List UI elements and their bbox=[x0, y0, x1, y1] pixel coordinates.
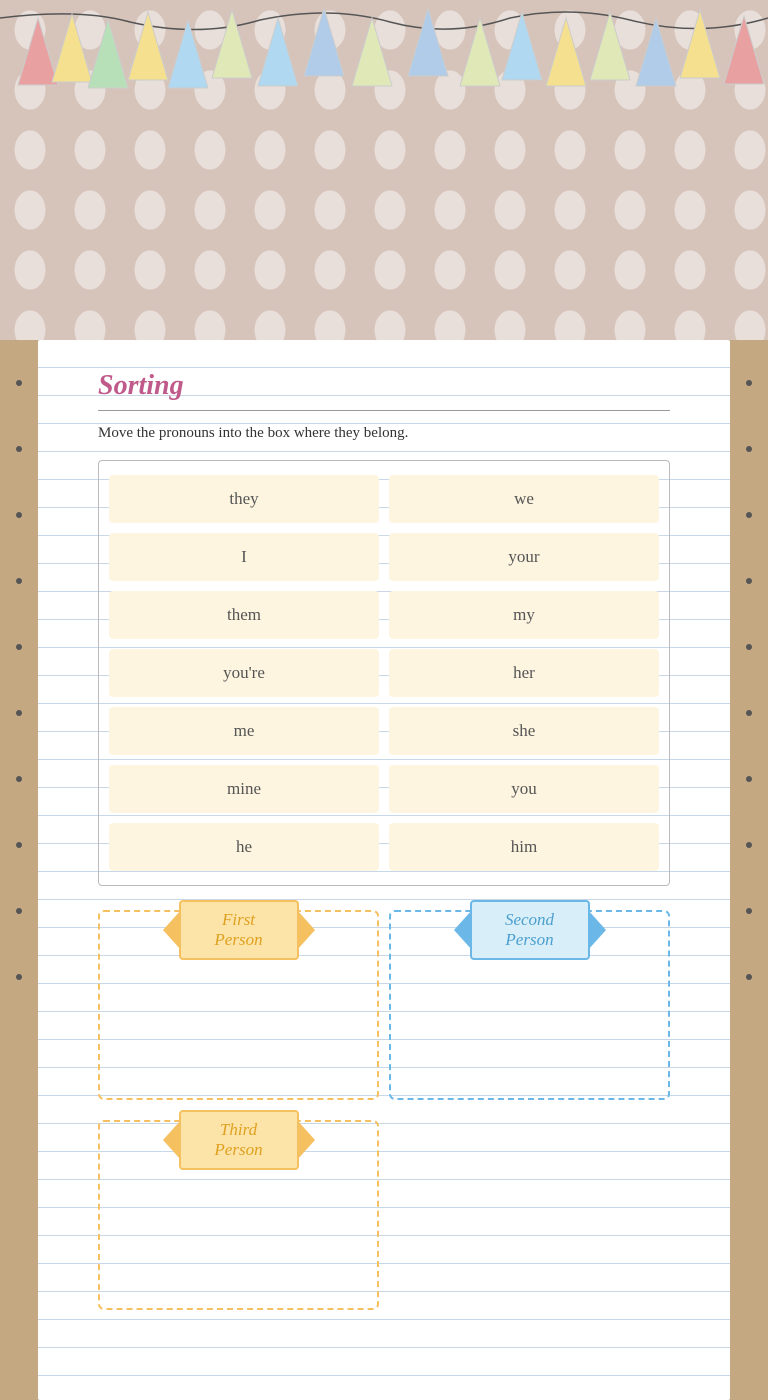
third-person-ribbon: Third Person bbox=[163, 1110, 315, 1170]
first-person-ribbon: First Person bbox=[163, 900, 315, 960]
ribbon-tail-right-blue-icon bbox=[588, 910, 606, 950]
word-chip-your[interactable]: your bbox=[389, 533, 659, 581]
first-person-wrapper: First Person bbox=[98, 910, 379, 1110]
word-chip-me[interactable]: me bbox=[109, 707, 379, 755]
word-chip-they[interactable]: they bbox=[109, 475, 379, 523]
side-dot bbox=[16, 446, 22, 452]
side-dot bbox=[746, 842, 752, 848]
side-dot bbox=[16, 842, 22, 848]
bunting-decoration bbox=[0, 0, 768, 130]
side-dot bbox=[16, 578, 22, 584]
word-chip-them[interactable]: them bbox=[109, 591, 379, 639]
instructions-text: Move the pronouns into the box where the… bbox=[98, 425, 670, 442]
banner-area bbox=[0, 0, 768, 340]
side-dot bbox=[746, 578, 752, 584]
side-dot bbox=[16, 974, 22, 980]
second-person-label: Second Person bbox=[470, 900, 590, 960]
side-dot bbox=[16, 380, 22, 386]
second-person-wrapper: Second Person bbox=[389, 910, 670, 1110]
word-bank: they we I your them my you're her me she… bbox=[98, 460, 670, 886]
word-chip-she[interactable]: she bbox=[389, 707, 659, 755]
side-dot bbox=[746, 644, 752, 650]
side-dot bbox=[16, 644, 22, 650]
side-dot bbox=[746, 776, 752, 782]
side-dot bbox=[16, 908, 22, 914]
side-dot bbox=[746, 380, 752, 386]
second-person-ribbon: Second Person bbox=[454, 900, 606, 960]
word-chip-mine[interactable]: mine bbox=[109, 765, 379, 813]
content-card: Sorting Move the pronouns into the box w… bbox=[38, 340, 730, 1400]
word-chip-him[interactable]: him bbox=[389, 823, 659, 871]
word-chip-my[interactable]: my bbox=[389, 591, 659, 639]
side-dot bbox=[746, 908, 752, 914]
third-person-label: Third Person bbox=[179, 1110, 299, 1170]
side-dot bbox=[16, 710, 22, 716]
section-title: Sorting bbox=[98, 370, 670, 402]
section-divider bbox=[98, 410, 670, 411]
ribbon-tail-right2-icon bbox=[297, 1120, 315, 1160]
sorting-area: First Person Second Person Third Person bbox=[98, 910, 670, 1320]
side-dot bbox=[16, 776, 22, 782]
word-chip-her[interactable]: her bbox=[389, 649, 659, 697]
word-chip-youre[interactable]: you're bbox=[109, 649, 379, 697]
ribbon-tail-right-icon bbox=[297, 910, 315, 950]
first-person-label: First Person bbox=[179, 900, 299, 960]
third-person-wrapper: Third Person bbox=[98, 1120, 379, 1320]
word-chip-you[interactable]: you bbox=[389, 765, 659, 813]
side-dot bbox=[746, 974, 752, 980]
side-dot bbox=[746, 446, 752, 452]
word-chip-he[interactable]: he bbox=[109, 823, 379, 871]
side-dot bbox=[746, 710, 752, 716]
side-dot bbox=[16, 512, 22, 518]
side-dot bbox=[746, 512, 752, 518]
word-chip-I[interactable]: I bbox=[109, 533, 379, 581]
word-chip-we[interactable]: we bbox=[389, 475, 659, 523]
